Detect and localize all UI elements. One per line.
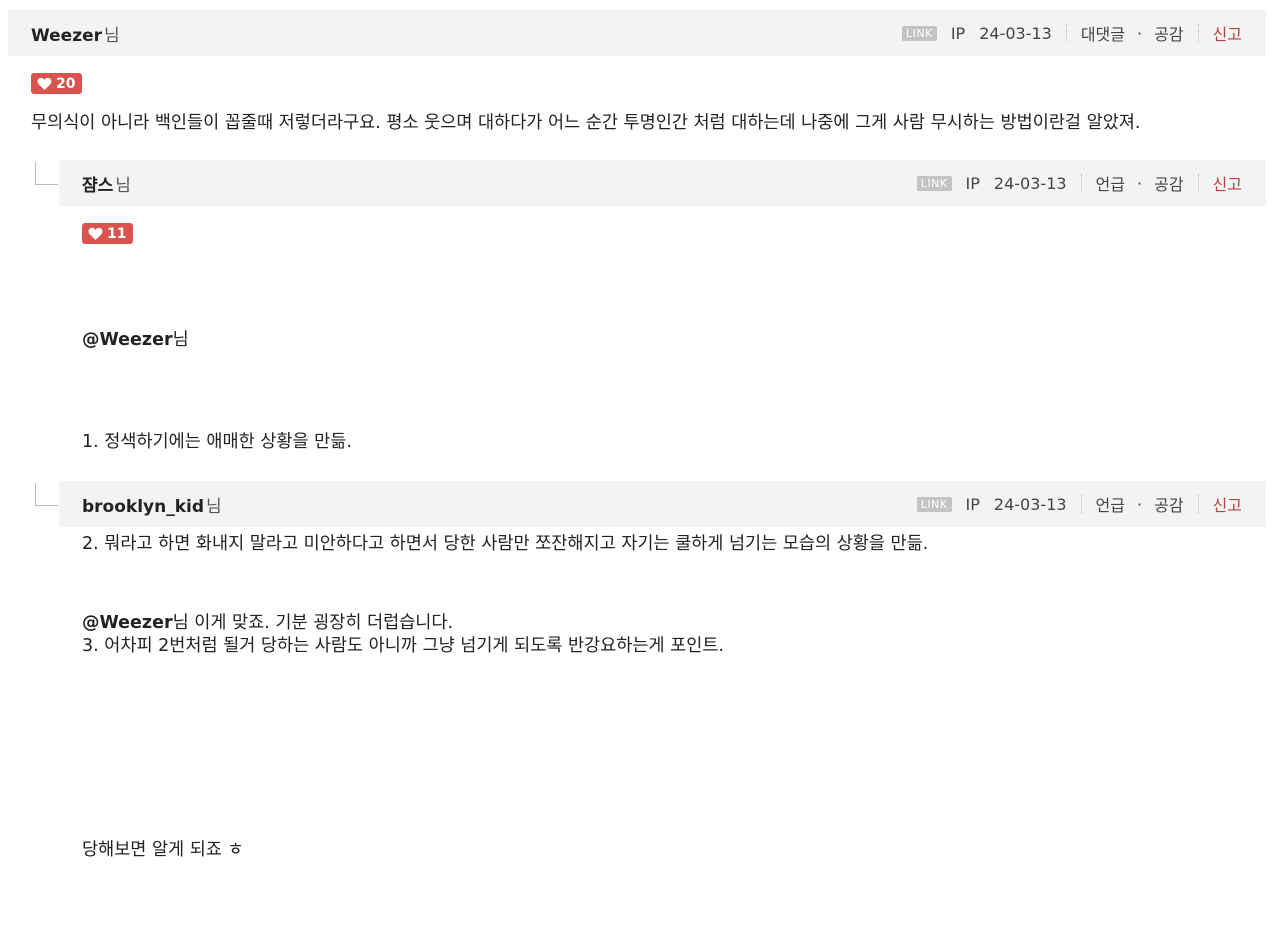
ip-label: IP <box>965 494 980 514</box>
comment-meta: LINK IP 24-03-13 언급 · 공감 신고 <box>916 492 1242 516</box>
heart-icon <box>88 227 103 240</box>
reply-indicator <box>35 162 58 185</box>
empathy-button[interactable]: 공감 <box>1154 492 1183 516</box>
divider <box>1080 495 1082 513</box>
comment-header: Weezer 님 LINK IP 24-03-13 대댓글 · 공감 신고 <box>8 10 1266 56</box>
reply-button[interactable]: 대댓글 <box>1081 21 1125 45</box>
report-button[interactable]: 신고 <box>1213 21 1242 45</box>
divider <box>1080 174 1082 192</box>
comment-meta: LINK IP 24-03-13 대댓글 · 공감 신고 <box>902 21 1242 45</box>
mention-suffix: 님 <box>172 330 189 350</box>
ip-label: IP <box>950 23 966 43</box>
comment-line: 1. 정색하기에는 애매한 상황을 만듦. <box>82 432 352 452</box>
empathy-button[interactable]: 공감 <box>1154 171 1183 195</box>
link-button[interactable]: LINK <box>916 496 952 512</box>
dot-separator: · <box>1137 23 1143 43</box>
like-count: 20 <box>56 75 76 92</box>
comment-author[interactable]: brooklyn_kid 님 <box>82 492 222 517</box>
divider <box>1197 24 1199 42</box>
divider <box>1065 24 1067 42</box>
comment-body: 무의식이 아니라 백인들이 꼽줄때 저렇더라구요. 평소 웃으며 대하다가 어느… <box>31 106 1140 140</box>
report-button[interactable]: 신고 <box>1213 171 1242 195</box>
comment-author[interactable]: Weezer 님 <box>31 21 120 46</box>
comment-date: 24-03-13 <box>993 173 1067 193</box>
comment-author[interactable]: 쟘스 님 <box>82 171 131 196</box>
comment-line: @Weezer님 이게 맞죠. 기분 굉장히 더럽습니다. <box>82 606 453 640</box>
reply-indicator <box>35 483 58 506</box>
like-badge[interactable]: 11 <box>82 223 134 244</box>
mention-button[interactable]: 언급 <box>1096 492 1125 516</box>
ip-label: IP <box>965 173 980 193</box>
empathy-button[interactable]: 공감 <box>1154 21 1183 45</box>
comment-header: 쟘스 님 LINK IP 24-03-13 언급 · 공감 신고 <box>59 160 1266 206</box>
comment-meta: LINK IP 24-03-13 언급 · 공감 신고 <box>916 171 1242 195</box>
comment-body: @Weezer님 이게 맞죠. 기분 굉장히 더럽습니다. <box>82 538 453 708</box>
link-button[interactable]: LINK <box>902 25 937 41</box>
dot-separator: · <box>1137 494 1143 514</box>
link-button[interactable]: LINK <box>916 175 952 191</box>
divider <box>1197 174 1199 192</box>
like-badge[interactable]: 20 <box>31 73 83 94</box>
comment-header: brooklyn_kid 님 LINK IP 24-03-13 언급 · 공감 신… <box>59 481 1266 527</box>
mention-link[interactable]: @Weezer <box>82 330 173 350</box>
like-count: 11 <box>107 225 127 242</box>
mention-suffix: 님 <box>172 613 189 633</box>
mention-line: @Weezer님 <box>82 323 928 357</box>
report-button[interactable]: 신고 <box>1213 492 1242 516</box>
mention-button[interactable]: 언급 <box>1096 171 1125 195</box>
comment-date: 24-03-13 <box>993 494 1067 514</box>
comment-line: 당해보면 알게 되죠 ㅎ <box>82 840 244 860</box>
comment-text: 이게 맞죠. 기분 굉장히 더럽습니다. <box>188 613 454 633</box>
divider <box>1197 495 1199 513</box>
comment-text: 무의식이 아니라 백인들이 꼽줄때 저렇더라구요. 평소 웃으며 대하다가 어느… <box>31 113 1141 133</box>
heart-icon <box>37 77 52 90</box>
dot-separator: · <box>1137 173 1143 193</box>
comment-date: 24-03-13 <box>979 23 1052 43</box>
mention-link[interactable]: @Weezer <box>82 613 173 633</box>
